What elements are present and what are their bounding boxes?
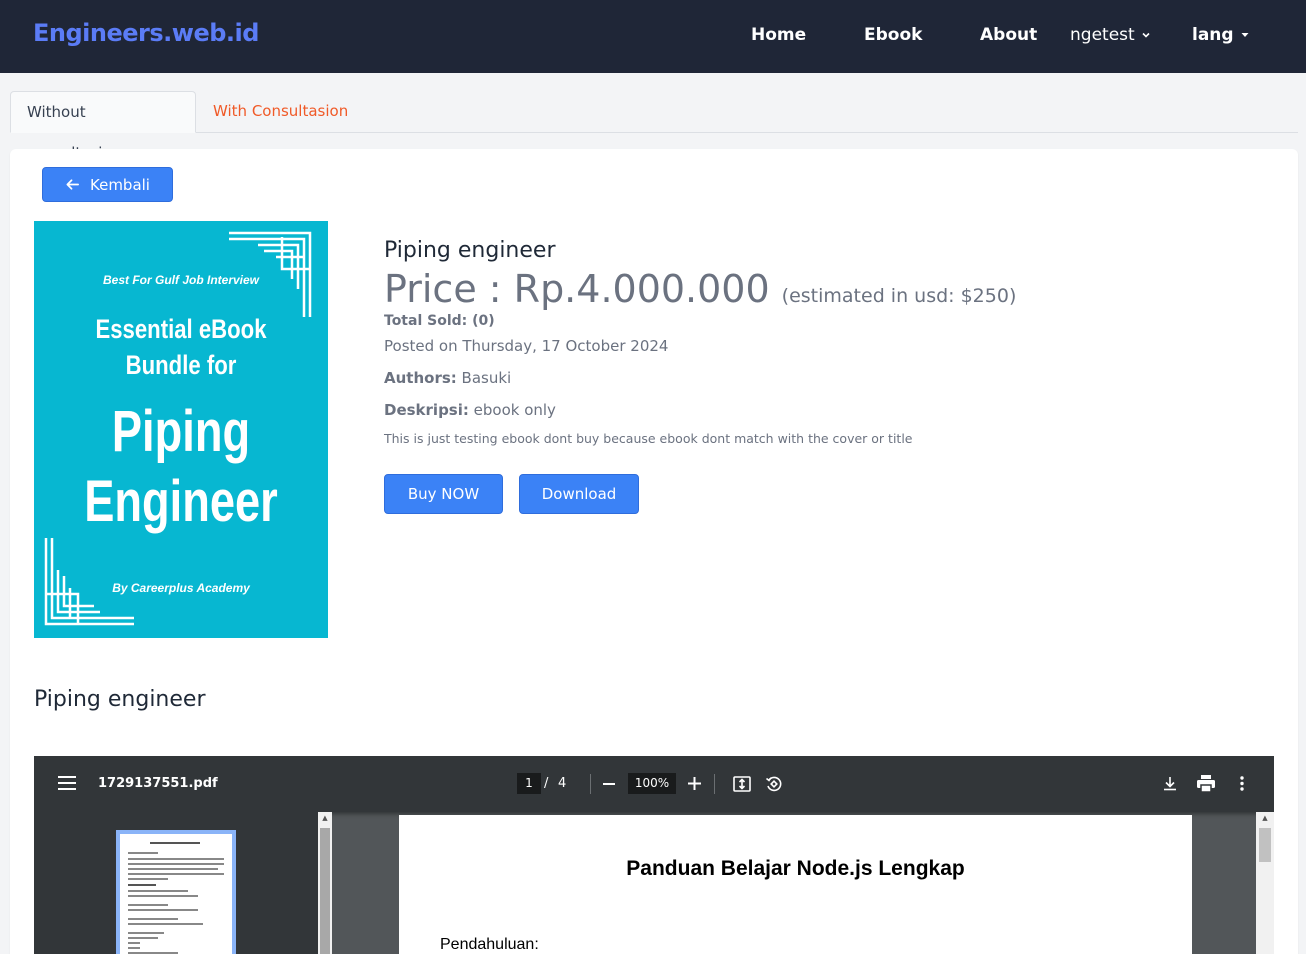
menu-icon[interactable] [58, 776, 76, 790]
nav-ebook[interactable]: Ebook [864, 25, 922, 45]
product-title: Piping engineer [384, 238, 556, 263]
page-number-input[interactable]: 1 [517, 773, 541, 794]
product-card: Kembali Best For Gulf Job Interview Esse… [10, 149, 1298, 954]
price-row: Price : Rp.4.000.000 (estimated in usd: … [384, 267, 1016, 311]
pdf-page: Panduan Belajar Node.js Lengkap Pendahul… [399, 815, 1192, 954]
scroll-up-icon[interactable]: ▲ [1256, 814, 1274, 822]
toolbar-divider [590, 774, 591, 794]
page-separator: / [544, 776, 549, 791]
buy-now-button[interactable]: Buy NOW [384, 474, 503, 514]
authors-value: Basuki [456, 369, 512, 387]
tab-bar: Without consultasion With Consultasion [10, 91, 1298, 162]
page-thumbnail[interactable] [116, 830, 236, 954]
pdf-toolbar: 1729137551.pdf 1 / 4 100% [34, 756, 1274, 812]
sidebar-scrollbar[interactable]: ▲ [318, 812, 332, 954]
toolbar-divider [714, 774, 715, 794]
cover-line-4: Engineer [84, 469, 278, 534]
print-icon[interactable] [1197, 775, 1215, 792]
pdf-scroll-thumb[interactable] [1259, 828, 1271, 862]
price-usd-estimate: (estimated in usd: $250) [781, 285, 1017, 307]
lang-menu-dropdown[interactable]: lang [1192, 25, 1250, 45]
zoom-in-icon[interactable] [688, 777, 701, 790]
nav-about[interactable]: About [980, 25, 1037, 45]
product-price: Price : Rp.4.000.000 [384, 267, 770, 311]
pdf-filename: 1729137551.pdf [98, 776, 218, 791]
authors: Authors: Basuki [384, 369, 511, 387]
cover-line-2: Bundle for [125, 350, 237, 380]
pdf-scrollbar[interactable]: ▲ [1256, 812, 1274, 954]
tab-with-consultation[interactable]: With Consultasion [197, 91, 364, 133]
user-menu-dropdown[interactable]: ngetest [1070, 25, 1151, 45]
pdf-viewer: 1729137551.pdf 1 / 4 100% ▲ Panduan Bela… [34, 756, 1274, 954]
download-button[interactable]: Download [519, 474, 639, 514]
user-menu-label: ngetest [1070, 25, 1135, 45]
scroll-up-icon[interactable]: ▲ [318, 814, 332, 822]
description-label: Deskripsi: [384, 401, 469, 419]
download-icon[interactable] [1163, 776, 1177, 791]
caret-down-icon [1241, 33, 1249, 37]
arrow-left-icon [66, 179, 79, 190]
tab-without-consultation[interactable]: Without consultasion [10, 91, 196, 162]
nav-home[interactable]: Home [751, 25, 806, 45]
brand-logo[interactable]: Engineers.web.id [33, 19, 259, 47]
cover-byline: By Careerplus Academy [112, 581, 250, 595]
pdf-thumbnail-sidebar [34, 812, 332, 954]
total-sold: Total Sold: (0) [384, 313, 495, 329]
section-title: Piping engineer [34, 687, 206, 712]
chevron-down-icon [1142, 32, 1150, 38]
description: Deskripsi: ebook only [384, 401, 556, 419]
more-options-icon[interactable] [1240, 776, 1244, 791]
cover-line-1: Essential eBook [95, 314, 267, 344]
fit-page-icon[interactable] [733, 775, 751, 793]
cover-title: Piping Engineer [66, 397, 295, 537]
page-total: 4 [558, 776, 567, 791]
back-button-label: Kembali [90, 175, 150, 194]
ebook-cover: Best For Gulf Job Interview Essential eB… [34, 221, 328, 638]
pdf-page-section: Pendahuluan: [440, 936, 539, 953]
cover-line-3: Piping [111, 399, 251, 464]
pdf-page-heading: Panduan Belajar Node.js Lengkap [626, 857, 965, 880]
sidebar-scroll-thumb[interactable] [320, 828, 330, 954]
back-button[interactable]: Kembali [42, 167, 173, 202]
description-value: ebook only [468, 401, 556, 419]
zoom-level-input[interactable]: 100% [628, 773, 676, 794]
lang-menu-label: lang [1192, 25, 1234, 45]
rotate-icon[interactable] [765, 775, 783, 793]
posted-date: Posted on Thursday, 17 October 2024 [384, 337, 669, 355]
zoom-out-icon[interactable] [603, 783, 615, 785]
navbar: Engineers.web.id Home Ebook About ngetes… [0, 0, 1306, 73]
authors-label: Authors: [384, 369, 457, 387]
cover-tagline: Best For Gulf Job Interview [102, 273, 260, 287]
cover-heading: Essential eBook Bundle for [60, 311, 301, 383]
product-note: This is just testing ebook dont buy beca… [384, 431, 913, 446]
